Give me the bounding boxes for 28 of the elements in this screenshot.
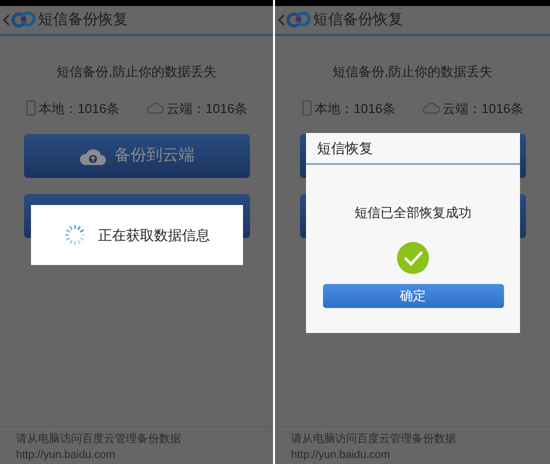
subtitle: 短信备份,防止你的数据丢失 — [332, 63, 492, 81]
check-icon — [397, 242, 429, 274]
local-count: 本地：1016条 — [38, 100, 120, 118]
back-icon[interactable] — [3, 14, 10, 26]
dialog-title: 短信恢复 — [317, 138, 373, 158]
cloud-count: 云端：1016条 — [166, 100, 248, 118]
cloud-upload-icon — [78, 146, 106, 166]
spinner-icon — [64, 224, 86, 246]
logo-icon — [11, 10, 37, 30]
app-title: 短信备份恢复 — [38, 10, 128, 30]
backup-button[interactable]: 备份到云端 — [24, 134, 250, 178]
back-icon[interactable] — [278, 14, 285, 26]
phone-icon — [302, 100, 312, 116]
ok-button[interactable]: 确定 — [322, 284, 504, 308]
dialog-message: 短信已全部恢复成功 — [354, 204, 472, 222]
local-count: 本地：1016条 — [314, 100, 396, 118]
loading-message: 正在获取数据信息 — [98, 226, 210, 244]
footer-url: http://yun.baidu.com — [16, 448, 116, 463]
footer-hint: 请从电脑访问百度云管理备份数据 — [16, 432, 182, 447]
logo-icon — [286, 10, 312, 30]
cloud-icon — [422, 102, 440, 114]
phone-icon — [26, 100, 36, 116]
subtitle: 短信备份,防止你的数据丢失 — [56, 63, 216, 81]
footer-hint: 请从电脑访问百度云管理备份数据 — [291, 432, 457, 447]
cloud-count: 云端：1016条 — [442, 100, 524, 118]
cloud-icon — [146, 102, 164, 114]
app-title: 短信备份恢复 — [313, 10, 403, 30]
footer-url: http://yun.baidu.com — [291, 448, 392, 463]
